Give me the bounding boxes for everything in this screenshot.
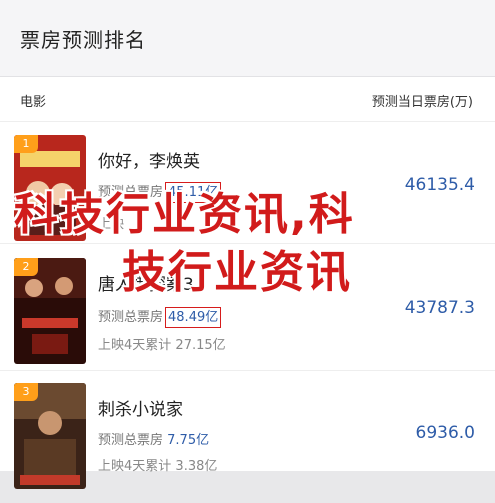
- page-title: 票房预测排名: [20, 28, 146, 52]
- column-header: 电影 预测当日票房(万): [0, 77, 495, 121]
- app-header: 票房预测排名: [0, 0, 495, 77]
- column-header-movie: 电影: [20, 95, 47, 110]
- cumulative-row: 上映4天累计 3.38亿: [98, 455, 217, 474]
- cumulative-label: 上映4天累计: [98, 338, 172, 353]
- predict-total-value: 48.49亿: [165, 307, 222, 328]
- watermark-line-2: 技行业资讯: [122, 247, 352, 298]
- predict-daily-value: 43787.3: [404, 298, 475, 318]
- watermark-line-1: 科技行业资讯,科: [14, 189, 355, 240]
- rank-badge: 1: [14, 135, 38, 153]
- cumulative-value: 27.15亿: [175, 338, 226, 353]
- predict-total-value: 7.75亿: [167, 433, 210, 448]
- divider: [0, 121, 495, 122]
- movie-poster: 3: [14, 383, 86, 489]
- divider: [0, 370, 495, 371]
- rank-badge: 2: [14, 258, 38, 276]
- predict-total-label: 预测总票房: [98, 310, 164, 325]
- predict-total-row: 预测总票房 48.49亿: [98, 306, 222, 328]
- predict-total-row: 预测总票房 7.75亿: [98, 429, 209, 448]
- cumulative-row: 上映4天累计 27.15亿: [98, 334, 226, 353]
- cumulative-value: 3.38亿: [175, 459, 218, 474]
- predict-daily-value: 46135.4: [404, 175, 475, 195]
- movie-title: 刺杀小说家: [98, 400, 183, 420]
- movie-title: 你好，李焕英: [98, 152, 200, 172]
- predict-total-label: 预测总票房: [98, 433, 164, 448]
- rank-badge: 3: [14, 383, 38, 401]
- movie-poster: 2: [14, 258, 86, 364]
- predict-daily-value: 6936.0: [415, 423, 475, 443]
- column-header-predict-daily[interactable]: 预测当日票房(万): [372, 91, 473, 110]
- list-item[interactable]: 3 刺杀小说家 预测总票房 7.75亿 上映4天累计 3.38亿 6936.0: [0, 383, 495, 503]
- cumulative-label: 上映4天累计: [98, 459, 172, 474]
